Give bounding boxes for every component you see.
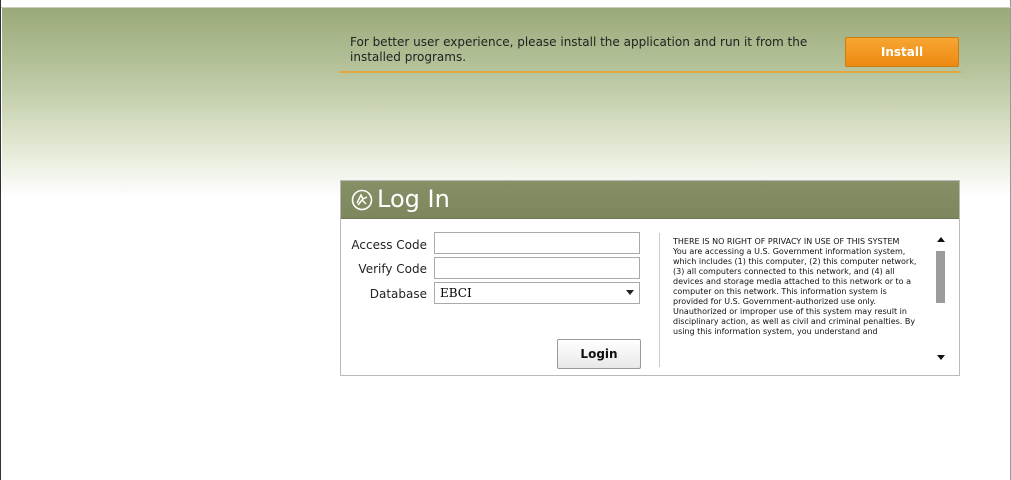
login-panel: Log In Access Code Verify Code Database … bbox=[340, 180, 960, 376]
chevron-down-icon bbox=[626, 290, 634, 295]
access-code-label: Access Code bbox=[351, 238, 427, 252]
notice-body: You are accessing a U.S. Government info… bbox=[673, 247, 917, 336]
access-code-input[interactable] bbox=[434, 232, 640, 254]
arrow-down-icon[interactable] bbox=[937, 355, 945, 360]
verify-code-label: Verify Code bbox=[358, 262, 427, 276]
scrollbar-thumb[interactable] bbox=[936, 251, 945, 303]
install-banner: For better user experience, please insta… bbox=[339, 33, 961, 73]
caduceus-emblem-icon bbox=[351, 189, 373, 211]
notice-title: THERE IS NO RIGHT OF PRIVACY IN USE OF T… bbox=[673, 237, 900, 246]
database-select[interactable]: EBCI bbox=[434, 282, 640, 304]
login-title: Log In bbox=[377, 185, 450, 213]
banner-text: For better user experience, please insta… bbox=[350, 35, 808, 64]
notice-scrollbar[interactable] bbox=[933, 237, 949, 367]
divider bbox=[659, 233, 660, 367]
install-button[interactable]: Install bbox=[845, 37, 959, 67]
database-selected-value: EBCI bbox=[440, 286, 472, 300]
login-button[interactable]: Login bbox=[557, 339, 641, 369]
database-label: Database bbox=[369, 287, 427, 301]
verify-code-input[interactable] bbox=[434, 257, 640, 279]
arrow-up-icon[interactable] bbox=[937, 237, 945, 242]
page: For better user experience, please insta… bbox=[0, 0, 1011, 480]
login-header: Log In bbox=[341, 181, 959, 219]
privacy-notice: THERE IS NO RIGHT OF PRIVACY IN USE OF T… bbox=[673, 237, 923, 365]
